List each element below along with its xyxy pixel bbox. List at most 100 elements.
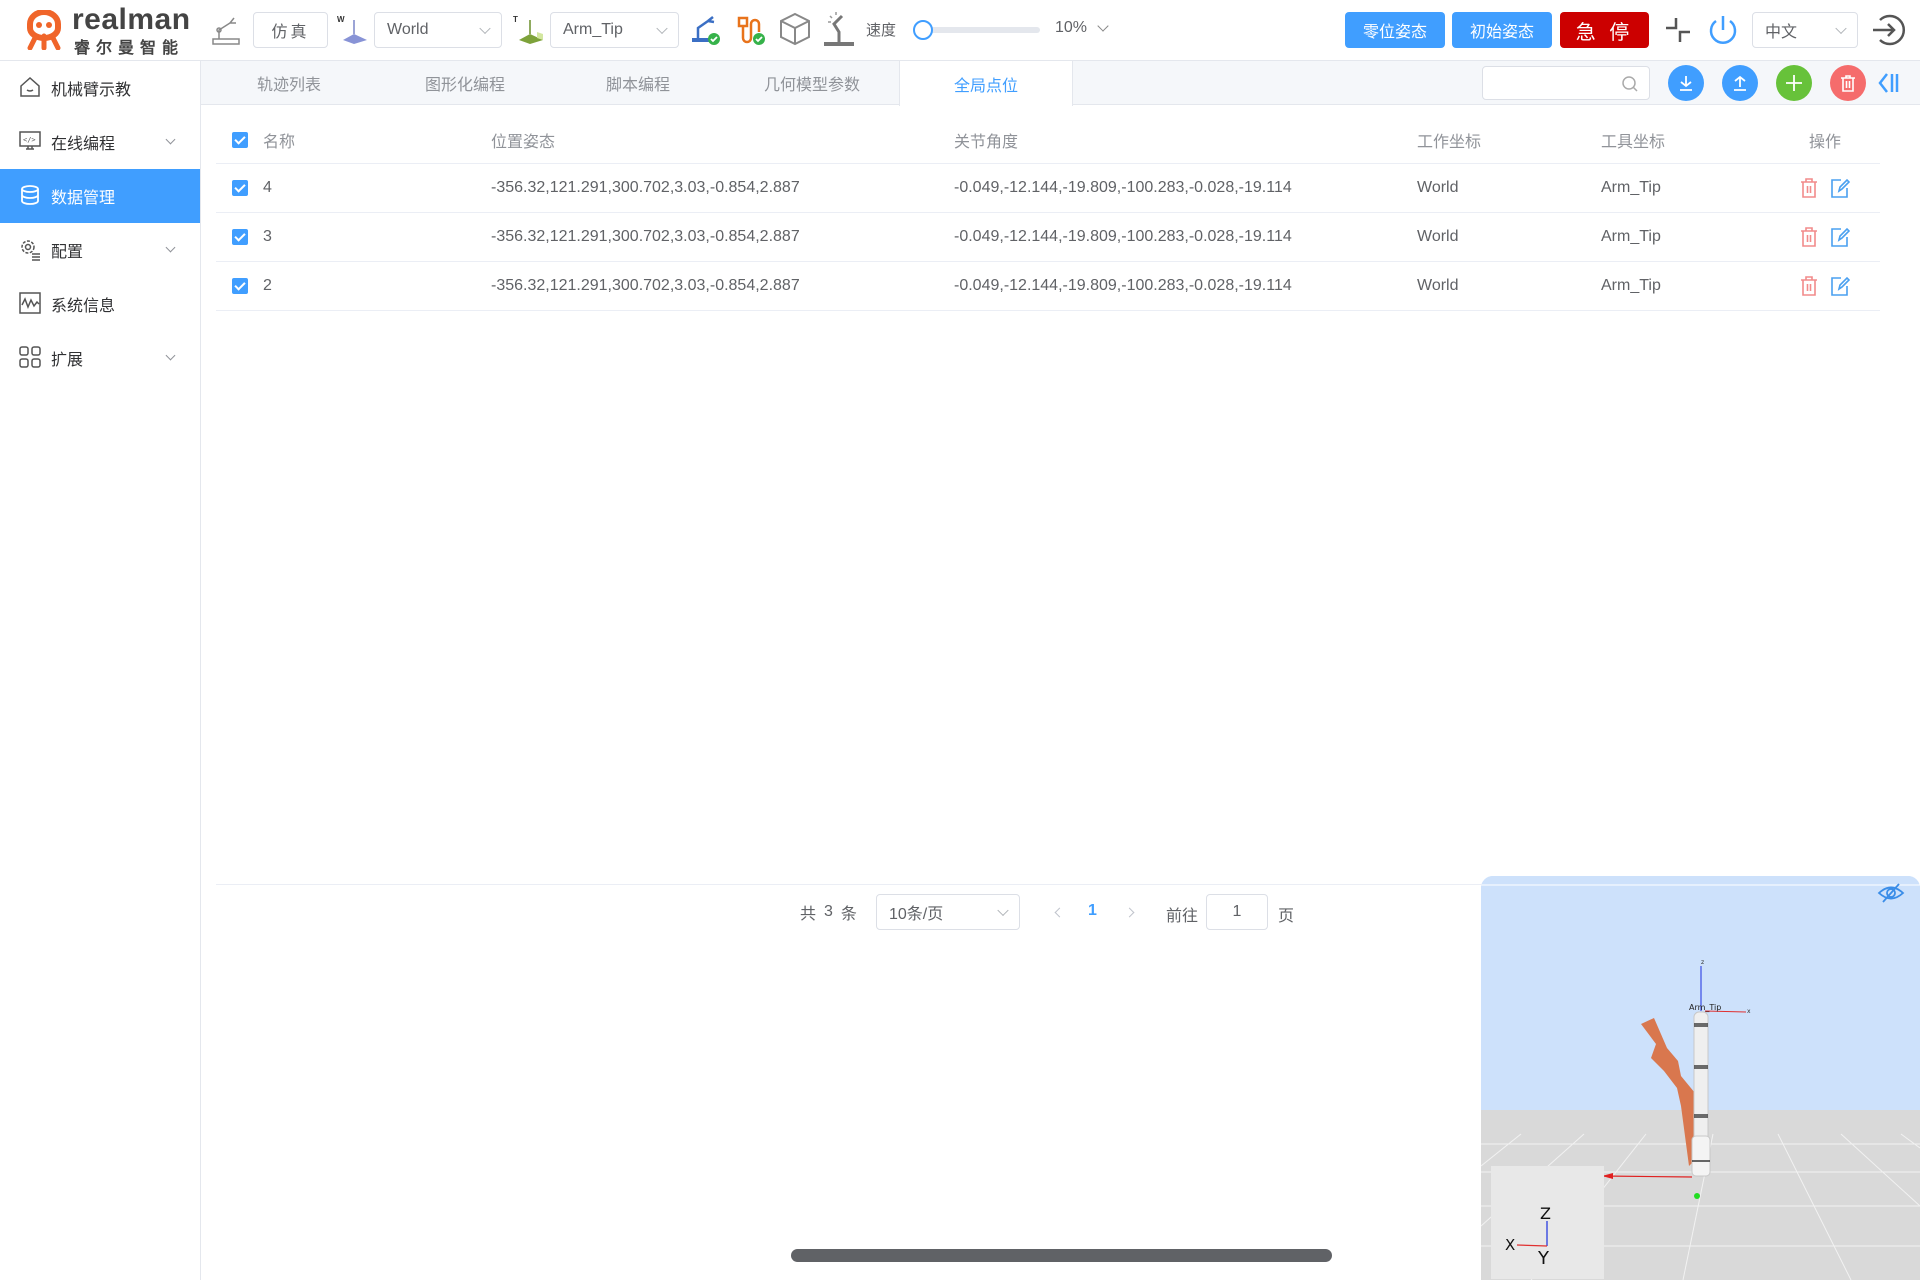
sidebar: 机械臂示教 </> 在线编程 数据管理 配置 系统信息 扩展 [0,61,201,1280]
search-icon[interactable] [1621,75,1639,93]
simulation-mode-button[interactable]: 仿真 [253,12,328,48]
download-button[interactable] [1668,65,1704,101]
row-edit-button[interactable] [1830,164,1850,212]
point-tool-frame: Arm_Tip [1601,228,1661,245]
point-work-frame: World [1417,277,1459,294]
tab-global-points[interactable]: 全局点位 [899,61,1073,106]
edit-icon [1831,178,1850,198]
goto-suffix: 页 [1278,908,1295,925]
speed-slider[interactable] [913,20,1040,40]
point-work-frame: World [1417,179,1459,196]
logout-icon[interactable] [1870,12,1906,48]
column-header-pose[interactable]: 位置姿态 [491,116,555,163]
work-frame-value: World [387,21,429,38]
controller-connected-icon[interactable] [733,12,767,46]
brand-name: realman [72,3,191,36]
world-frame-icon: W [337,15,367,44]
page-size-select[interactable]: 10条/页 [876,894,1020,930]
emergency-stop-button[interactable]: 急 停 [1560,12,1649,48]
horizontal-scrollbar[interactable] [791,1249,1332,1262]
row-delete-button[interactable] [1799,164,1819,212]
delete-selected-button[interactable] [1830,65,1866,101]
power-icon[interactable] [1706,13,1740,47]
tab-geometry-params[interactable]: 几何模型参数 [742,61,882,105]
sidebar-item-extensions[interactable]: 扩展 [0,331,200,385]
tab-script-programming[interactable]: 脚本编程 [568,61,708,105]
init-pose-button[interactable]: 初始姿态 [1452,12,1552,48]
home-icon [20,76,40,97]
tool-frame-select[interactable]: Arm_Tip [550,12,679,48]
page-size-value: 10条/页 [889,906,944,923]
3d-model-cube-icon[interactable] [778,11,812,47]
robot-scene: z x Arm_Tip Z X Y [1481,876,1920,1280]
row-edit-button[interactable] [1830,213,1850,261]
plus-icon [1786,75,1802,91]
speed-slider-track[interactable] [921,27,1040,33]
tab-trajectory-list[interactable]: 轨迹列表 [219,61,359,105]
chevron-right-icon [1124,907,1135,917]
robot-3d-viewer[interactable]: z x Arm_Tip Z X Y [1481,876,1920,1280]
tab-bar: 轨迹列表 图形化编程 脚本编程 几何模型参数 全局点位 [201,61,1920,106]
search-input[interactable] [1482,66,1650,100]
speed-value-dropdown[interactable]: 10% [1055,19,1109,37]
select-all-checkbox[interactable] [232,116,248,163]
work-frame-select[interactable]: World [374,12,502,48]
column-header-joints[interactable]: 关节角度 [954,116,1018,163]
language-select[interactable]: 中文 [1752,12,1858,48]
point-pose: -356.32,121.291,300.702,3.03,-0.854,2.88… [491,228,800,245]
trash-icon [1841,75,1855,92]
column-header-tool-frame[interactable]: 工具坐标 [1601,116,1665,163]
zero-pose-button[interactable]: 零位姿态 [1345,12,1445,48]
point-joints: -0.049,-12.144,-19.809,-100.283,-0.028,-… [954,277,1292,294]
pulse-monitor-icon [19,292,41,314]
goto-page-input[interactable]: 1 [1206,894,1268,930]
robot-teach-icon[interactable] [822,10,856,48]
gizmo-x-label: X [1505,1236,1515,1254]
goto-page-value: 1 [1232,903,1242,920]
sidebar-item-robot-teach[interactable]: 机械臂示教 [0,61,200,115]
row-checkbox[interactable] [232,213,248,261]
row-edit-button[interactable] [1830,262,1850,310]
viewer-small-z-label: z [1701,959,1704,966]
row-delete-button[interactable] [1799,262,1819,310]
hide-view-eye-slash-icon[interactable] [1877,882,1905,904]
sidebar-item-configuration[interactable]: 配置 [0,223,200,277]
row-checkbox[interactable] [232,262,248,310]
gizmo-z-label: Z [1540,1204,1551,1223]
chevron-down-icon [1835,22,1847,35]
checkbox-checked-icon [232,131,248,148]
goto-label: 前往 [1166,908,1199,925]
tool-frame-icon: T [513,15,543,44]
sidebar-item-label: 机械臂示教 [51,82,132,99]
sidebar-item-data-management[interactable]: 数据管理 [0,169,200,223]
robot-arm-outline-icon [212,17,240,45]
chevron-down-icon [1097,20,1109,32]
row-checkbox[interactable] [232,164,248,212]
speed-slider-handle[interactable] [913,20,933,40]
grid-icon [19,346,41,368]
table-header-row: 名称 位置姿态 关节角度 工作坐标 工具坐标 操作 [216,116,1880,164]
checkbox-checked-icon [232,180,248,196]
robot-connected-icon[interactable] [688,12,722,46]
column-header-name[interactable]: 名称 [263,116,295,163]
sidebar-item-online-programming[interactable]: </> 在线编程 [0,115,200,169]
column-header-work-frame[interactable]: 工作坐标 [1417,116,1481,163]
upload-button[interactable] [1722,65,1758,101]
robot-arm-model [1691,1011,1711,1177]
database-icon [21,185,39,205]
tab-graphical-programming[interactable]: 图形化编程 [395,61,535,105]
add-point-button[interactable] [1776,65,1812,101]
page-number-1[interactable]: 1 [1088,902,1097,920]
upload-icon [1734,75,1746,91]
collapse-panel-icon[interactable] [1877,70,1903,96]
tool-frame-value: Arm_Tip [563,21,623,38]
search-field[interactable] [1483,67,1613,99]
edit-icon [1831,227,1850,247]
collapse-arrows-icon[interactable] [1663,15,1693,45]
realman-logo-icon [27,10,61,50]
next-page-button[interactable] [1124,904,1140,920]
row-delete-button[interactable] [1799,213,1819,261]
prev-page-button[interactable] [1051,904,1067,920]
chevron-down-icon [165,242,176,253]
sidebar-item-system-info[interactable]: 系统信息 [0,277,200,331]
